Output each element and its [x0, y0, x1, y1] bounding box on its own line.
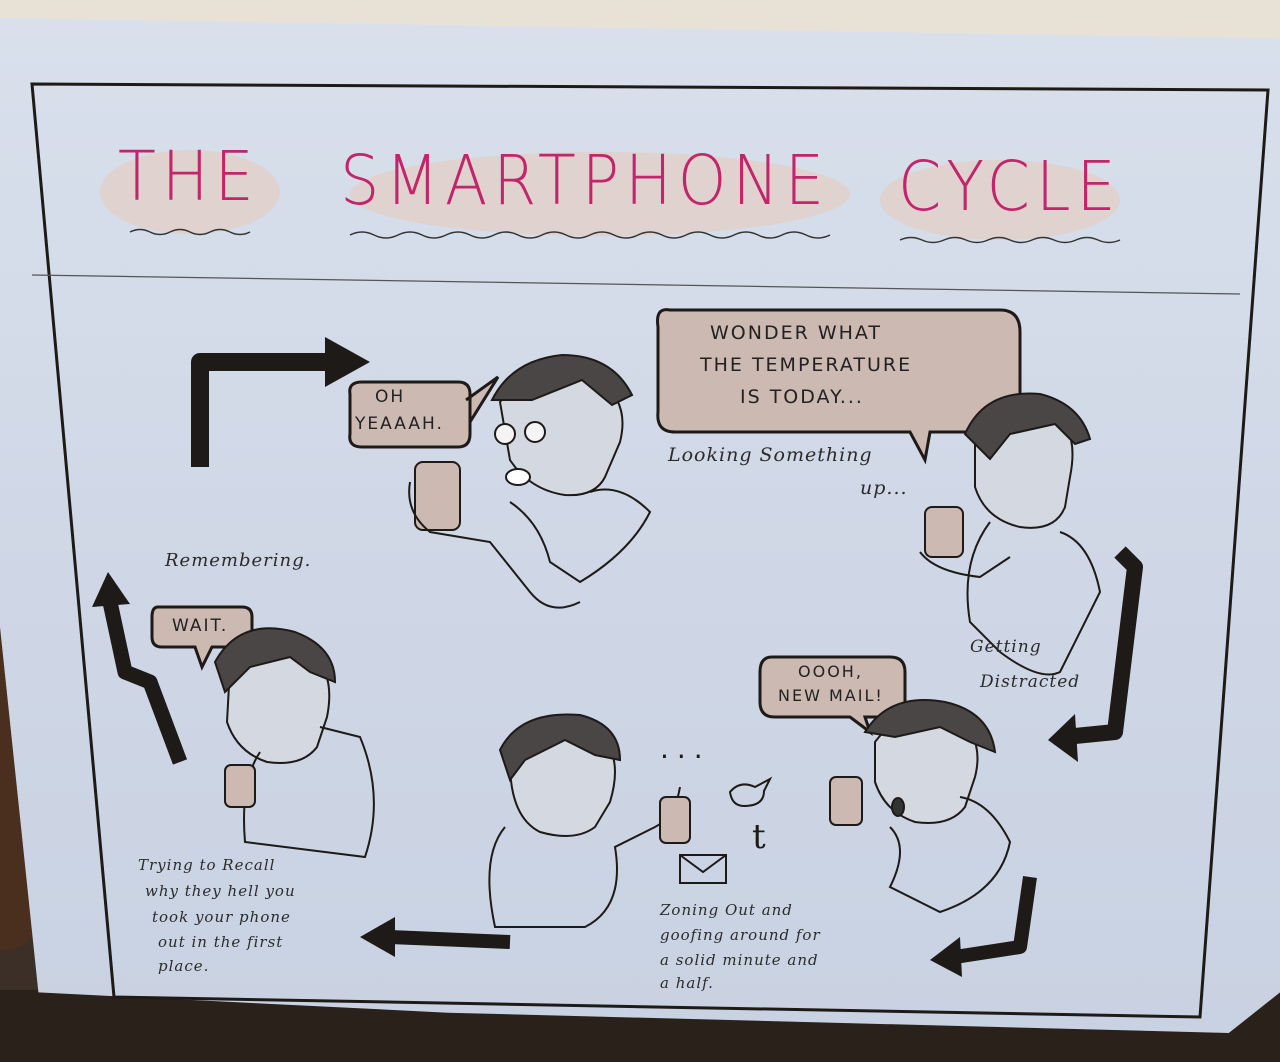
bubble-oh-yeah — [348, 375, 500, 449]
arrow-top-left-head — [325, 337, 370, 387]
arrow-right-down-head — [1048, 714, 1078, 762]
poster-frame: THE SMARTPHONE CYCLE OH YEAAAH. WONDER W… — [30, 82, 1270, 1032]
character-new-mail — [829, 699, 1012, 914]
caption-recall-line-4: out in the first — [158, 933, 284, 951]
arrow-bottom-left — [389, 930, 511, 949]
arrow-bottom-right — [953, 876, 1037, 964]
caption-looking-up-line-1: Looking Something — [668, 444, 873, 466]
envelope-flap — [679, 854, 727, 874]
caption-zoning-out-line-1: Zoning Out and — [660, 901, 793, 919]
caption-distracted-line-2: Distracted — [980, 672, 1081, 692]
bubble-oh-yeah-line-1: OH — [375, 387, 406, 407]
arrow-bottom-right-head — [930, 937, 962, 977]
bubble-wait-text: WAIT. — [172, 616, 229, 636]
caption-remembering: Remembering. — [165, 550, 312, 571]
title-word-smartphone: SMARTPHONE — [340, 140, 831, 221]
bird-doodle — [728, 776, 773, 808]
bubble-new-mail-line-1: OOOH, — [798, 662, 863, 681]
ellipsis-doodle: ... — [660, 732, 711, 765]
arrow-right-down — [1064, 546, 1143, 745]
arrow-left-up-head — [92, 572, 130, 607]
header-divider — [31, 274, 1241, 295]
arrow-bottom-left-head — [360, 917, 395, 957]
tumblr-letter-doodle: t — [752, 817, 766, 857]
caption-zoning-out-line-3: a solid minute and — [660, 951, 819, 969]
caption-zoning-out-line-2: goofing around for — [660, 926, 821, 944]
caption-zoning-out-line-4: a half. — [660, 974, 714, 992]
caption-looking-up-line-2: up... — [860, 477, 908, 499]
caption-recall-line-3: took your phone — [152, 908, 291, 926]
caption-distracted-line-1: Getting — [970, 637, 1042, 657]
bubble-temperature-line-1: WONDER WHAT — [710, 322, 883, 344]
bubble-oh-yeah-line-2: YEAAAH. — [355, 414, 444, 434]
arrow-top-left — [191, 353, 330, 467]
character-temperature — [919, 392, 1102, 676]
caption-recall-line-1: Trying to Recall — [138, 856, 276, 874]
caption-recall-line-5: place. — [158, 957, 210, 975]
title-word-the: THE — [118, 136, 260, 217]
bubble-temperature-line-3: IS TODAY... — [740, 386, 864, 408]
caption-recall-line-2: why they hell you — [145, 882, 296, 900]
character-wait — [213, 627, 375, 859]
bubble-new-mail-line-2: NEW MAIL! — [778, 686, 884, 705]
bubble-temperature-line-2: THE TEMPERATURE — [700, 354, 913, 376]
title-word-cycle: CYCLE — [898, 146, 1122, 227]
